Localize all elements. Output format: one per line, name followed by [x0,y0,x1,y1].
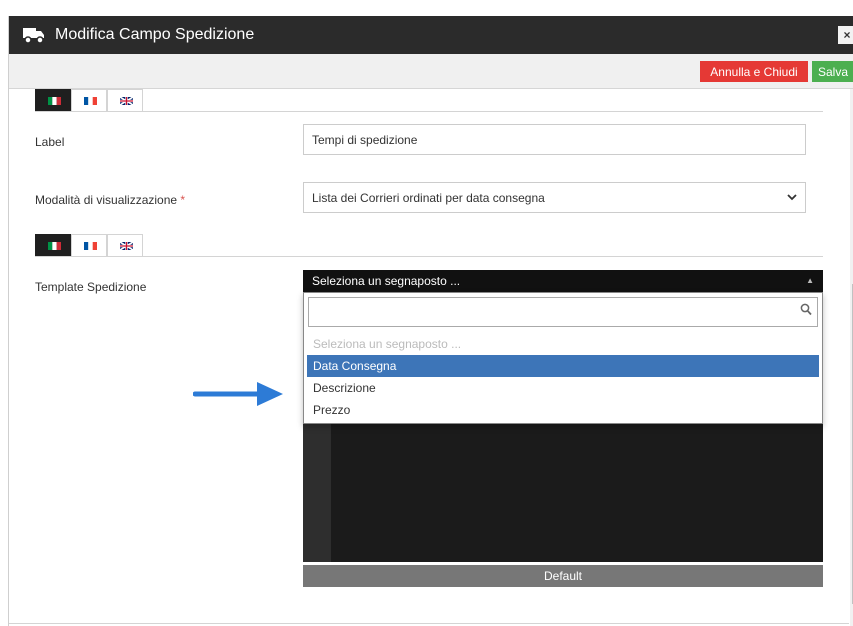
cancel-close-button[interactable]: Annulla e Chiudi [700,61,808,82]
modal-title: Modifica Campo Spedizione [55,26,255,43]
template-label: Template Spedizione [35,280,147,294]
save-button[interactable]: Salva [812,61,853,82]
france-flag-icon [84,242,97,250]
modal-toolbar: Annulla e Chiudi Salva [9,54,853,89]
content-divider [9,623,849,624]
tab-lang-en[interactable] [107,89,143,111]
placeholder-select-value: Seleziona un segnaposto ... [312,274,461,288]
france-flag-icon [84,97,97,105]
label-field-label: Label [35,135,65,149]
tab-lang-en[interactable] [107,234,143,256]
display-mode-label: Modalità di visualizzazione * [35,193,185,207]
display-mode-value: Lista dei Corrieri ordinati per data con… [312,191,545,205]
label-input[interactable]: Tempi di spedizione [303,124,806,155]
display-mode-label-text: Modalità di visualizzazione [35,193,178,207]
tab-divider [35,111,823,112]
top-strip [0,0,853,16]
tab-lang-it[interactable] [35,234,71,256]
uk-flag-icon [120,242,133,250]
placeholder-dropdown: Seleziona un segnaposto ... Data Consegn… [303,292,823,424]
chevron-down-icon [787,183,797,224]
placeholder-select[interactable]: Seleziona un segnaposto ... ▲ [303,270,823,292]
search-icon [800,303,812,320]
dropdown-option[interactable]: Data Consegna [307,355,819,377]
close-button[interactable]: × [838,26,853,44]
dropdown-option: Seleziona un segnaposto ... [313,337,462,351]
italy-flag-icon [48,97,61,105]
close-icon: × [843,28,851,42]
language-tabs-template [35,234,849,256]
uk-flag-icon [120,97,133,105]
tab-lang-fr[interactable] [71,234,107,256]
italy-flag-icon [48,242,61,250]
modal-titlebar: Modifica Campo Spedizione × [9,16,853,54]
language-tabs-label [35,89,849,111]
tab-divider [35,256,823,257]
search-icon-wrap [308,297,818,327]
caret-up-icon: ▲ [806,276,814,285]
default-button[interactable]: Default [303,565,823,587]
annotation-arrow-icon [193,382,283,406]
tab-lang-it[interactable] [35,89,71,111]
display-mode-select[interactable]: Lista dei Corrieri ordinati per data con… [303,182,806,213]
dropdown-option[interactable]: Prezzo [307,399,819,421]
dropdown-option[interactable]: Descrizione [307,377,819,399]
modal-content: Label Tempi di spedizione Modalità di vi… [9,89,849,626]
edit-shipping-field-modal: Modifica Campo Spedizione × Annulla e Ch… [8,16,853,626]
required-mark: * [180,193,186,207]
truck-icon [23,28,44,44]
tab-lang-fr[interactable] [71,89,107,111]
